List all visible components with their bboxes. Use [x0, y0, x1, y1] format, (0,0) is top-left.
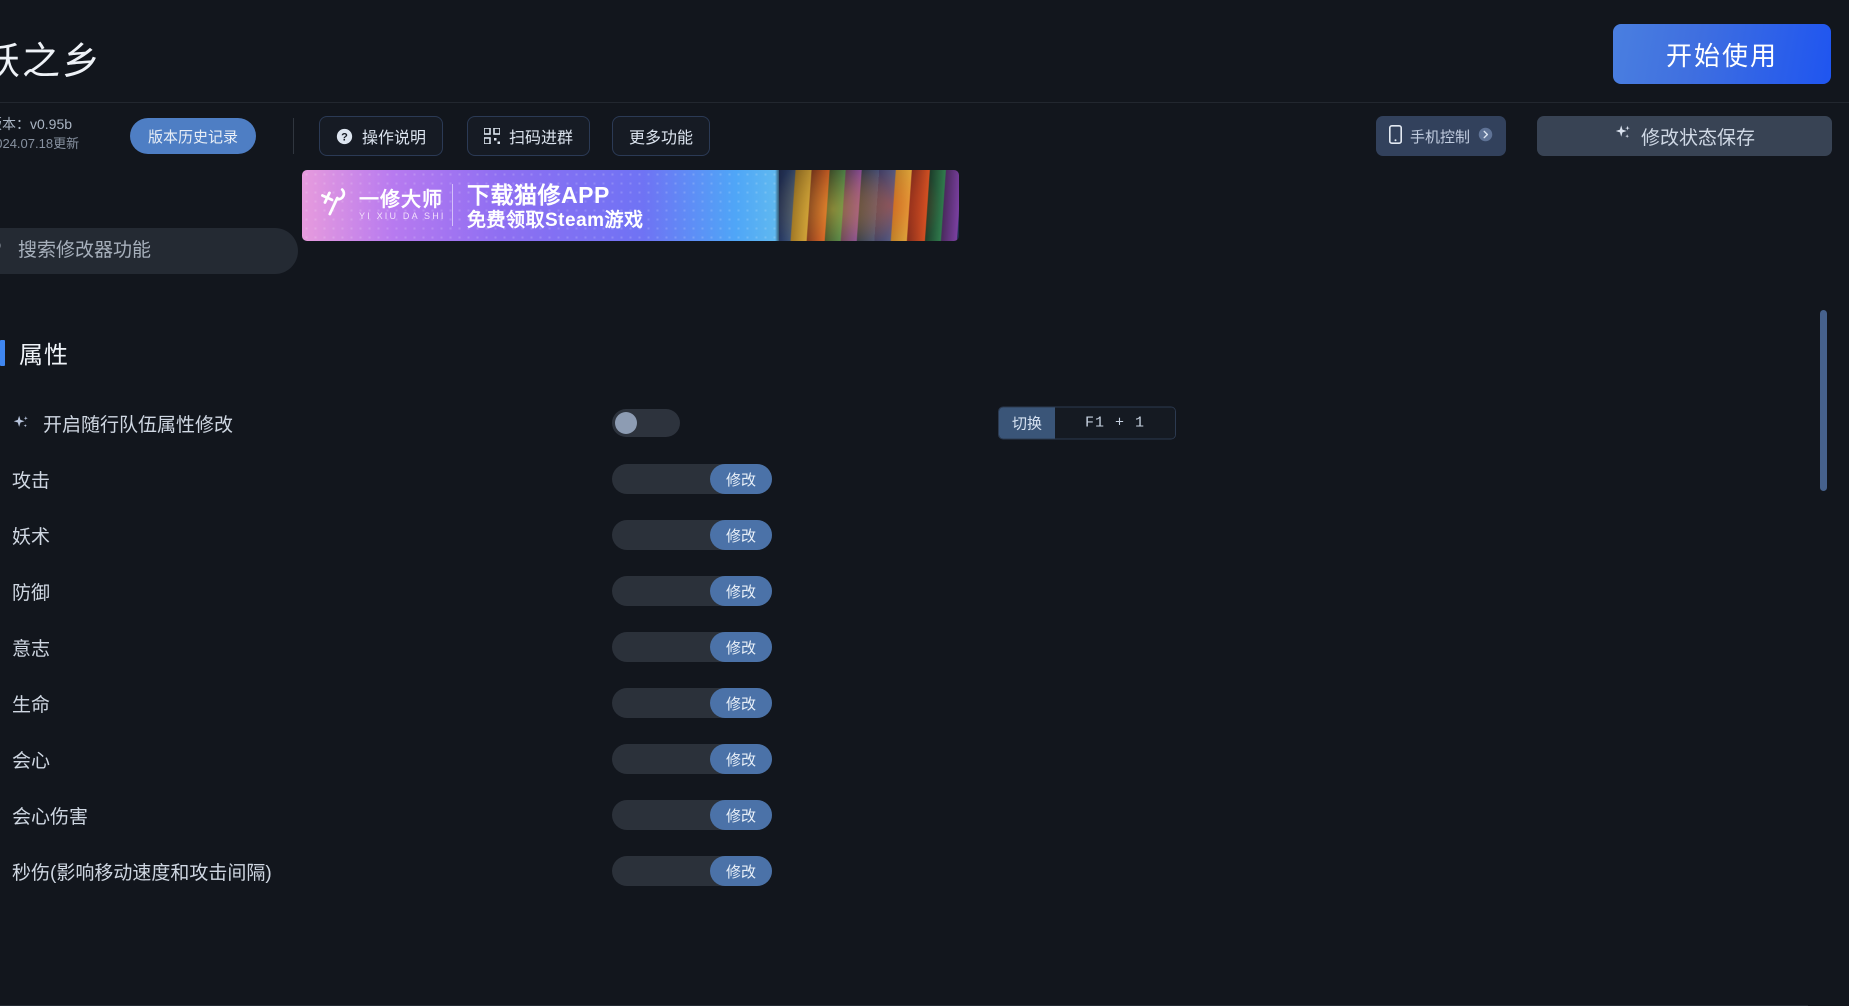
hotkey-action-label: 切换 [999, 407, 1056, 439]
scrollbar-thumb[interactable] [1820, 310, 1827, 491]
attribute-label: 妖术 [12, 526, 51, 548]
toggle-row: 开启随行队伍属性修改 切换 F1 + 1 [0, 395, 1808, 451]
phone-control-button[interactable]: 手机控制 [1376, 116, 1507, 156]
attribute-label: 意志 [12, 638, 51, 660]
start-using-button[interactable]: 开始使用 [1613, 24, 1831, 84]
attribute-input[interactable]: 修改 [612, 744, 772, 774]
banner-divider [452, 184, 453, 226]
toolbar-divider [293, 118, 294, 154]
qr-code-icon [484, 128, 500, 144]
table-row: 攻击 修改 [0, 451, 1808, 507]
attribute-label: 秒伤(影响移动速度和攻击间隔) [12, 862, 272, 884]
banner-logo: 一修大师 YI XIU DA SHI [321, 186, 446, 223]
modify-button[interactable]: 修改 [710, 856, 772, 886]
title-bar: 妖之乡 开始使用 [0, 0, 1849, 103]
toolbar: 版本：v0.95b 2024.07.18更新 版本历史记录 ? 操作说明 扫码进… [0, 103, 1849, 165]
banner-brand-en: YI XIU DA SHI [359, 210, 446, 221]
attribute-input[interactable]: 修改 [612, 576, 772, 606]
attribute-input[interactable]: 修改 [612, 520, 772, 550]
instructions-label: 操作说明 [362, 130, 427, 147]
attribute-label: 会心伤害 [12, 806, 89, 828]
save-modification-state-button[interactable]: 修改状态保存 [1537, 116, 1832, 156]
chevron-right-circle-icon [1478, 127, 1493, 146]
svg-text:?: ? [341, 131, 348, 143]
modify-button[interactable]: 修改 [710, 744, 772, 774]
table-row: 意志 修改 [0, 619, 1808, 675]
version-info: 版本：v0.95b 2024.07.18更新 [0, 115, 79, 153]
wrench-search-icon [0, 240, 4, 262]
section-header-attributes: 属性 [0, 335, 69, 370]
attribute-label: 攻击 [12, 470, 51, 492]
sparkle-icon [12, 414, 31, 433]
scan-qr-group-button[interactable]: 扫码进群 [467, 116, 591, 156]
mobile-phone-icon [1389, 124, 1402, 148]
section-accent-bar [0, 339, 5, 366]
hotkey-binding[interactable]: 切换 F1 + 1 [998, 406, 1177, 440]
modify-button[interactable]: 修改 [710, 800, 772, 830]
attribute-rows-container: 攻击 修改 妖术 修改 防御 修改 意志 修改 生命 修改 会心 修改 会心伤害 修改 秒伤(影响移动速度和… [0, 451, 1808, 899]
attribute-input[interactable]: 修改 [612, 632, 772, 662]
wrench-icon [317, 182, 358, 227]
attribute-label: 防御 [12, 582, 51, 604]
modify-button[interactable]: 修改 [710, 520, 772, 550]
attribute-input[interactable]: 修改 [612, 856, 772, 886]
sparkle-icon [1614, 124, 1632, 148]
search-box[interactable] [0, 228, 298, 274]
attribute-list: 开启随行队伍属性修改 切换 F1 + 1 攻击 修改 妖术 修改 防御 修改 意志 修改 生命修… [0, 395, 1808, 899]
attribute-input[interactable]: 修改 [612, 688, 772, 718]
promo-banner[interactable]: 一修大师 YI XIU DA SHI 下载猫修APP 免费领取Steam游戏 [302, 170, 959, 241]
banner-subline: 免费领取Steam游戏 [467, 210, 644, 231]
modify-button[interactable]: 修改 [710, 632, 772, 662]
section-title: 属性 [19, 342, 69, 369]
table-row: 会心 修改 [0, 731, 1808, 787]
version-number: 版本：v0.95b [0, 116, 73, 132]
table-row: 妖术 修改 [0, 507, 1808, 563]
question-circle-icon: ? [336, 128, 353, 145]
save-modification-label: 修改状态保存 [1640, 127, 1755, 149]
attribute-label: 生命 [12, 694, 51, 716]
modify-button[interactable]: 修改 [710, 464, 772, 494]
hotkey-keys[interactable]: F1 + 1 [1055, 407, 1176, 439]
page-title: 妖之乡 [0, 41, 103, 83]
table-row: 秒伤(影响移动速度和攻击间隔) 修改 [0, 843, 1808, 899]
attribute-input[interactable]: 修改 [612, 464, 772, 494]
banner-headline: 下载猫修APP [467, 182, 610, 208]
scrollbar-track[interactable] [1833, 265, 1849, 1006]
toggle-knob [615, 412, 637, 434]
phone-control-label: 手机控制 [1410, 128, 1471, 146]
attribute-label: 会心 [12, 750, 51, 772]
toggle-row-label-group: 开启随行队伍属性修改 [12, 410, 233, 437]
toggle-row-label: 开启随行队伍属性修改 [43, 414, 234, 436]
table-row: 防御 修改 [0, 563, 1808, 619]
scan-qr-label: 扫码进群 [509, 130, 574, 147]
modify-button[interactable]: 修改 [710, 688, 772, 718]
banner-text: 下载猫修APP 免费领取Steam游戏 [467, 182, 644, 233]
table-row: 会心伤害 修改 [0, 787, 1808, 843]
table-row: 生命 修改 [0, 675, 1808, 731]
enable-party-attribute-toggle[interactable] [612, 409, 680, 437]
instructions-button[interactable]: ? 操作说明 [319, 116, 444, 156]
version-history-button[interactable]: 版本历史记录 [130, 118, 257, 154]
banner-game-artwork [779, 170, 959, 241]
search-input[interactable] [18, 240, 274, 262]
version-date: 2024.07.18更新 [0, 136, 80, 151]
attribute-input[interactable]: 修改 [612, 800, 772, 830]
more-features-button[interactable]: 更多功能 [612, 116, 711, 156]
modify-button[interactable]: 修改 [710, 576, 772, 606]
banner-brand-cn: 一修大师 [359, 188, 443, 211]
